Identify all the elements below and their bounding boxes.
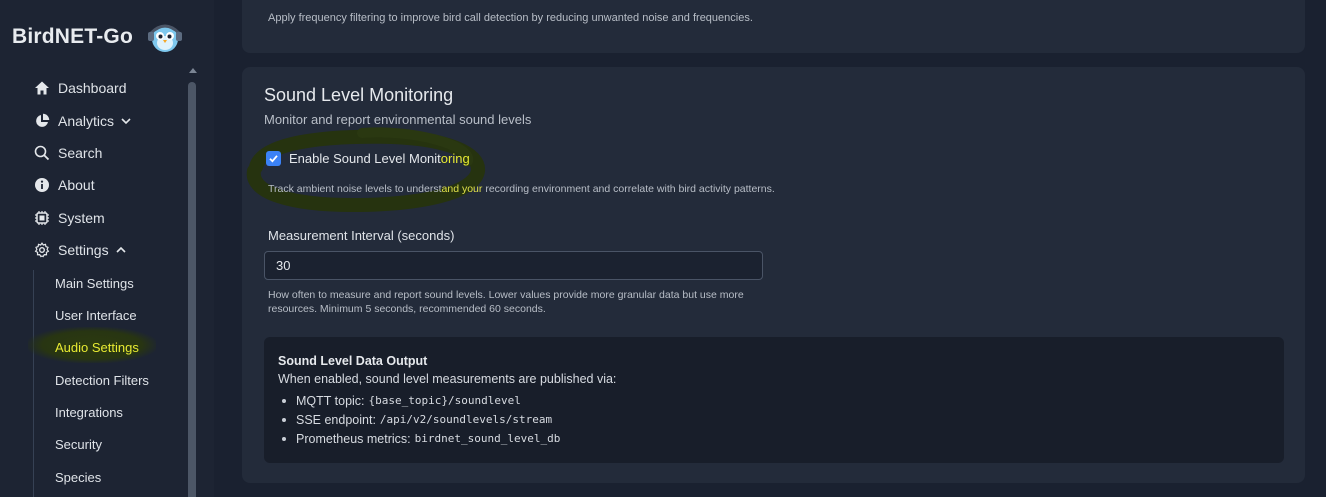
info-icon bbox=[34, 177, 50, 193]
enable-sound-level-label: Enable Sound Level Monitoring bbox=[289, 151, 470, 166]
sidebar-item-integrations[interactable]: Integrations bbox=[55, 401, 123, 423]
search-icon bbox=[34, 145, 50, 161]
scroll-up-arrow-icon[interactable] bbox=[189, 68, 197, 73]
chevron-up-icon bbox=[116, 246, 126, 253]
nav-item-system[interactable]: System bbox=[34, 206, 105, 230]
list-item: Prometheus metrics: birdnet_sound_level_d… bbox=[282, 429, 560, 448]
sidebar-item-main-settings[interactable]: Main Settings bbox=[55, 272, 134, 294]
nav-label-system: System bbox=[58, 210, 105, 226]
sidebar-item-detection-filters[interactable]: Detection Filters bbox=[55, 369, 149, 391]
pie-chart-icon bbox=[34, 113, 50, 129]
app-root: BirdNET-Go Dashboard Analytics Search Ab… bbox=[0, 0, 1326, 497]
output-title: Sound Level Data Output bbox=[278, 354, 428, 368]
nav-item-about[interactable]: About bbox=[34, 173, 95, 197]
nav-label-about: About bbox=[58, 177, 95, 193]
bird-logo-icon bbox=[148, 24, 182, 52]
frequency-filter-card: Apply frequency filtering to improve bir… bbox=[242, 0, 1305, 53]
output-item-code: /api/v2/soundlevels/stream bbox=[379, 413, 553, 426]
interval-label: Measurement Interval (seconds) bbox=[268, 228, 455, 243]
sidebar-item-user-interface[interactable]: User Interface bbox=[55, 304, 137, 326]
cpu-icon bbox=[34, 210, 50, 226]
enable-sound-level-row[interactable]: Enable Sound Level Monitoring bbox=[266, 151, 470, 166]
output-item-code: birdnet_sound_level_db bbox=[414, 432, 561, 445]
output-item-label: SSE endpoint: bbox=[296, 412, 376, 427]
frequency-filter-description: Apply frequency filtering to improve bir… bbox=[268, 12, 753, 24]
help-text-part3: recording environment and correlate with… bbox=[482, 183, 775, 195]
output-list: MQTT topic: {base_topic}/soundlevel SSE e… bbox=[282, 391, 560, 448]
sidebar: BirdNET-Go Dashboard Analytics Search Ab… bbox=[0, 0, 214, 497]
annotation-scribble bbox=[246, 127, 485, 213]
sound-level-card: Sound Level Monitoring Monitor and repor… bbox=[242, 67, 1305, 483]
sidebar-item-species[interactable]: Species bbox=[55, 466, 101, 488]
list-item: MQTT topic: {base_topic}/soundlevel bbox=[282, 391, 560, 410]
sound-level-output-box: Sound Level Data Output When enabled, so… bbox=[264, 337, 1284, 463]
nav-label-settings: Settings bbox=[58, 242, 109, 258]
output-item-code: {base_topic}/soundlevel bbox=[368, 394, 521, 407]
nav-item-search[interactable]: Search bbox=[34, 141, 102, 165]
checkmark-icon bbox=[269, 155, 278, 163]
chevron-down-icon bbox=[121, 118, 131, 125]
nav-item-analytics[interactable]: Analytics bbox=[34, 109, 132, 133]
nav-label-dashboard: Dashboard bbox=[58, 80, 127, 96]
sidebar-scrollbar[interactable] bbox=[186, 68, 198, 497]
nav-label-analytics: Analytics bbox=[58, 113, 115, 129]
home-icon bbox=[34, 80, 50, 96]
bullet-icon bbox=[282, 436, 286, 441]
output-item-label: Prometheus metrics: bbox=[296, 431, 411, 446]
enable-sound-level-help: Track ambient noise levels to understand… bbox=[268, 183, 775, 195]
sound-level-title: Sound Level Monitoring bbox=[264, 85, 454, 105]
help-text-part1: Track ambient noise levels to underst bbox=[268, 183, 442, 195]
submenu-divider bbox=[33, 270, 34, 497]
sidebar-item-security[interactable]: Security bbox=[55, 433, 102, 455]
output-item-label: MQTT topic: bbox=[296, 393, 365, 408]
nav-item-settings[interactable]: Settings bbox=[34, 238, 127, 262]
nav-label-search: Search bbox=[58, 145, 103, 161]
bullet-icon bbox=[282, 417, 286, 422]
label-text-part1: Enable Sound Level Monit bbox=[289, 151, 441, 166]
brand[interactable]: BirdNET-Go bbox=[12, 14, 185, 60]
sidebar-item-audio-settings[interactable]: Audio Settings bbox=[55, 336, 139, 358]
gear-icon bbox=[34, 242, 50, 258]
interval-input[interactable] bbox=[264, 251, 763, 280]
output-description: When enabled, sound level measurements a… bbox=[278, 372, 617, 386]
scrollbar-thumb[interactable] bbox=[188, 82, 196, 497]
label-text-part2: oring bbox=[440, 151, 470, 166]
brand-name: BirdNET-Go bbox=[12, 25, 133, 48]
sound-level-subtitle: Monitor and report environmental sound l… bbox=[264, 112, 532, 127]
bullet-icon bbox=[282, 398, 286, 403]
interval-help: How often to measure and report sound le… bbox=[268, 289, 744, 315]
enable-sound-level-checkbox[interactable] bbox=[266, 151, 281, 166]
help-text-part2: and your bbox=[441, 183, 483, 195]
list-item: SSE endpoint:/api/v2/soundlevels/stream bbox=[282, 410, 560, 429]
nav-item-dashboard[interactable]: Dashboard bbox=[34, 76, 127, 100]
